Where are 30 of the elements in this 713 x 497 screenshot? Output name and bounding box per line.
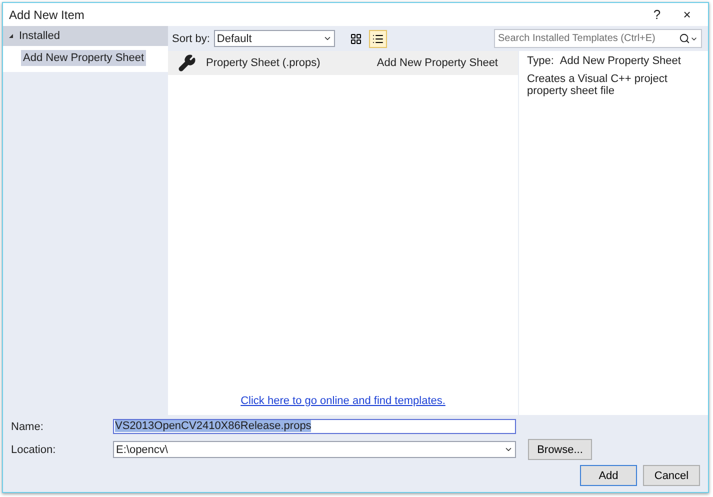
caret-icon	[504, 445, 513, 454]
name-field[interactable]: VS2013OpenCV2410X86Release.props	[113, 419, 516, 434]
window-title: Add New Item	[9, 8, 86, 22]
search-field[interactable]: Search Installed Templates (Ctrl+E)	[494, 29, 702, 48]
location-label: Location:	[11, 444, 57, 456]
template-row[interactable]: Property Sheet (.props) Add New Property Sheet	[168, 51, 518, 75]
description-text: Creates a Visual C++ project property sheet file	[527, 73, 668, 97]
grid-view-icon	[350, 32, 362, 44]
location-dropdown[interactable]: E:\opencv\	[113, 441, 516, 458]
expand-icon[interactable]	[9, 34, 13, 38]
template-name: Property Sheet (.props)	[206, 57, 322, 69]
name-label: Name:	[11, 420, 44, 432]
dialog-button[interactable]: Add	[580, 465, 637, 486]
sort-dropdown[interactable]: Default	[214, 30, 335, 47]
online-templates-link[interactable]: Click here to go online and find templates.	[240, 395, 446, 407]
view-toggle[interactable]	[368, 30, 387, 48]
help-button[interactable]: ?	[642, 7, 672, 22]
wrench-icon	[178, 54, 196, 72]
type-value: Add New Property Sheet	[560, 55, 681, 67]
browse-button[interactable]: Browse...	[528, 439, 592, 460]
close-button[interactable]: ×	[672, 7, 702, 22]
search-icon	[679, 33, 690, 44]
caret-icon	[322, 34, 332, 43]
type-label: Type:	[527, 55, 554, 67]
tree-label: Installed	[19, 30, 60, 42]
tree-item[interactable]: Add New Property Sheet	[21, 50, 146, 66]
dialog-button[interactable]: Cancel	[643, 465, 700, 486]
tree-item[interactable]: Installed	[3, 26, 168, 46]
sort-label: Sort by:	[172, 32, 210, 44]
template-category: Add New Property Sheet	[376, 57, 498, 69]
